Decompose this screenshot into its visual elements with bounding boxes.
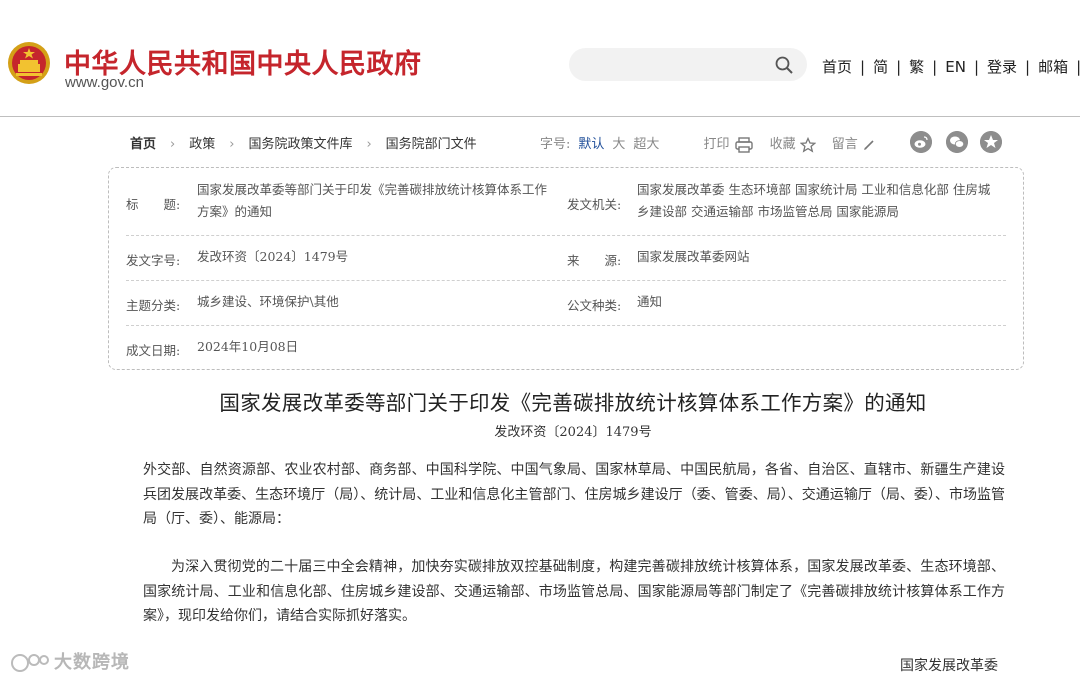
info-topic-value: 城乡建设、环境保护\其他 (197, 294, 339, 309)
font-size-large[interactable]: 大 (612, 137, 625, 152)
site-url[interactable]: www.gov.cn (65, 74, 144, 91)
info-topic-label: 主题分类: (126, 298, 181, 313)
breadcrumb-policy[interactable]: 政策 (189, 137, 215, 152)
nav-separator: | (860, 58, 866, 76)
font-size-label: 字号: (540, 137, 571, 152)
print-label[interactable]: 打印 (703, 137, 729, 152)
article-document-number: 发改环资〔2024〕1479号 (494, 425, 652, 440)
info-date-value: 2024年10月08日 (197, 339, 299, 354)
nav-separator: | (896, 58, 902, 76)
info-type-value: 通知 (637, 294, 663, 309)
favorite-label[interactable]: 收藏 (770, 137, 796, 152)
nav-separator: | (1076, 58, 1080, 76)
site-header: 中华人民共和国中央人民政府 www.gov.cn 首页 | 简 | 繁 | EN | 登录 | 邮箱… (0, 0, 1080, 117)
nav-english[interactable]: EN (945, 58, 966, 76)
font-size-default[interactable]: 默认 (578, 137, 604, 152)
wechat-share-icon[interactable] (946, 131, 968, 153)
qzone-share-icon[interactable] (980, 131, 1002, 153)
search-icon[interactable] (774, 55, 794, 75)
nav-traditional[interactable]: 繁 (909, 58, 924, 76)
info-docno-value: 发改环资〔2024〕1479号 (197, 249, 349, 264)
chevron-right-icon: › (229, 137, 235, 152)
comment-label[interactable]: 留言 (832, 137, 858, 152)
star-icon[interactable] (799, 136, 816, 153)
nav-separator: | (932, 58, 938, 76)
breadcrumb: 首页 › 政策 › 国务院政策文件库 › 国务院部门文件 (130, 133, 477, 152)
info-issuer-label: 发文机关: (567, 197, 622, 212)
info-docno-label: 发文字号: (126, 253, 181, 268)
watermark-text: 大数跨境 (54, 652, 130, 673)
nav-separator: | (1025, 58, 1031, 76)
watermark: 大数跨境 (10, 648, 130, 675)
article-title: 国家发展改革委等部门关于印发《完善碳排放统计核算体系工作方案》的通知 (219, 391, 927, 415)
nav-separator: | (973, 58, 979, 76)
nav-login[interactable]: 登录 (987, 58, 1017, 76)
breadcrumb-home[interactable]: 首页 (130, 137, 156, 152)
info-divider (126, 280, 1006, 281)
national-emblem-icon (8, 42, 50, 84)
article-tools: 字号: 默认大超大 打印 收藏 留言 (540, 133, 876, 153)
info-source-value: 国家发展改革委网站 (637, 249, 750, 264)
chevron-right-icon: › (366, 137, 372, 152)
info-date-label: 成文日期: (126, 343, 181, 358)
nav-home[interactable]: 首页 (822, 58, 852, 76)
nav-simplified[interactable]: 简 (873, 58, 888, 76)
info-issuer-value: 国家发展改革委 生态环境部 国家统计局 工业和信息化部 住房城乡建设部 交通运输… (637, 182, 991, 219)
article-signature: 国家发展改革委 (900, 658, 998, 674)
info-source-label: 来 源: (567, 253, 622, 268)
info-divider (126, 325, 1006, 326)
font-size-xlarge[interactable]: 超大 (633, 137, 659, 152)
info-type-label: 公文种类: (567, 298, 622, 313)
watermark-logo-icon (11, 654, 49, 672)
chevron-right-icon: › (170, 137, 176, 152)
article-recipients: 外交部、自然资源部、农业农村部、商务部、中国科学院、中国气象局、国家林草局、中国… (143, 462, 1005, 527)
info-title-value: 国家发展改革委等部门关于印发《完善碳排放统计核算体系工作方案》的通知 (197, 182, 548, 219)
info-divider (126, 235, 1006, 236)
breadcrumb-department-docs[interactable]: 国务院部门文件 (386, 137, 477, 152)
pencil-icon[interactable] (862, 138, 876, 152)
search-input[interactable] (569, 48, 807, 81)
printer-icon[interactable] (734, 136, 754, 153)
breadcrumb-policy-library[interactable]: 国务院政策文件库 (248, 137, 352, 152)
top-nav: 首页 | 简 | 繁 | EN | 登录 | 邮箱 | (822, 56, 1080, 77)
nav-mail[interactable]: 邮箱 (1038, 58, 1068, 76)
article-body: 为深入贯彻党的二十届三中全会精神，加快夯实碳排放双控基础制度，构建完善碳排放统计… (143, 559, 1005, 624)
weibo-share-icon[interactable] (910, 131, 932, 153)
info-title-label: 标 题: (126, 197, 181, 212)
